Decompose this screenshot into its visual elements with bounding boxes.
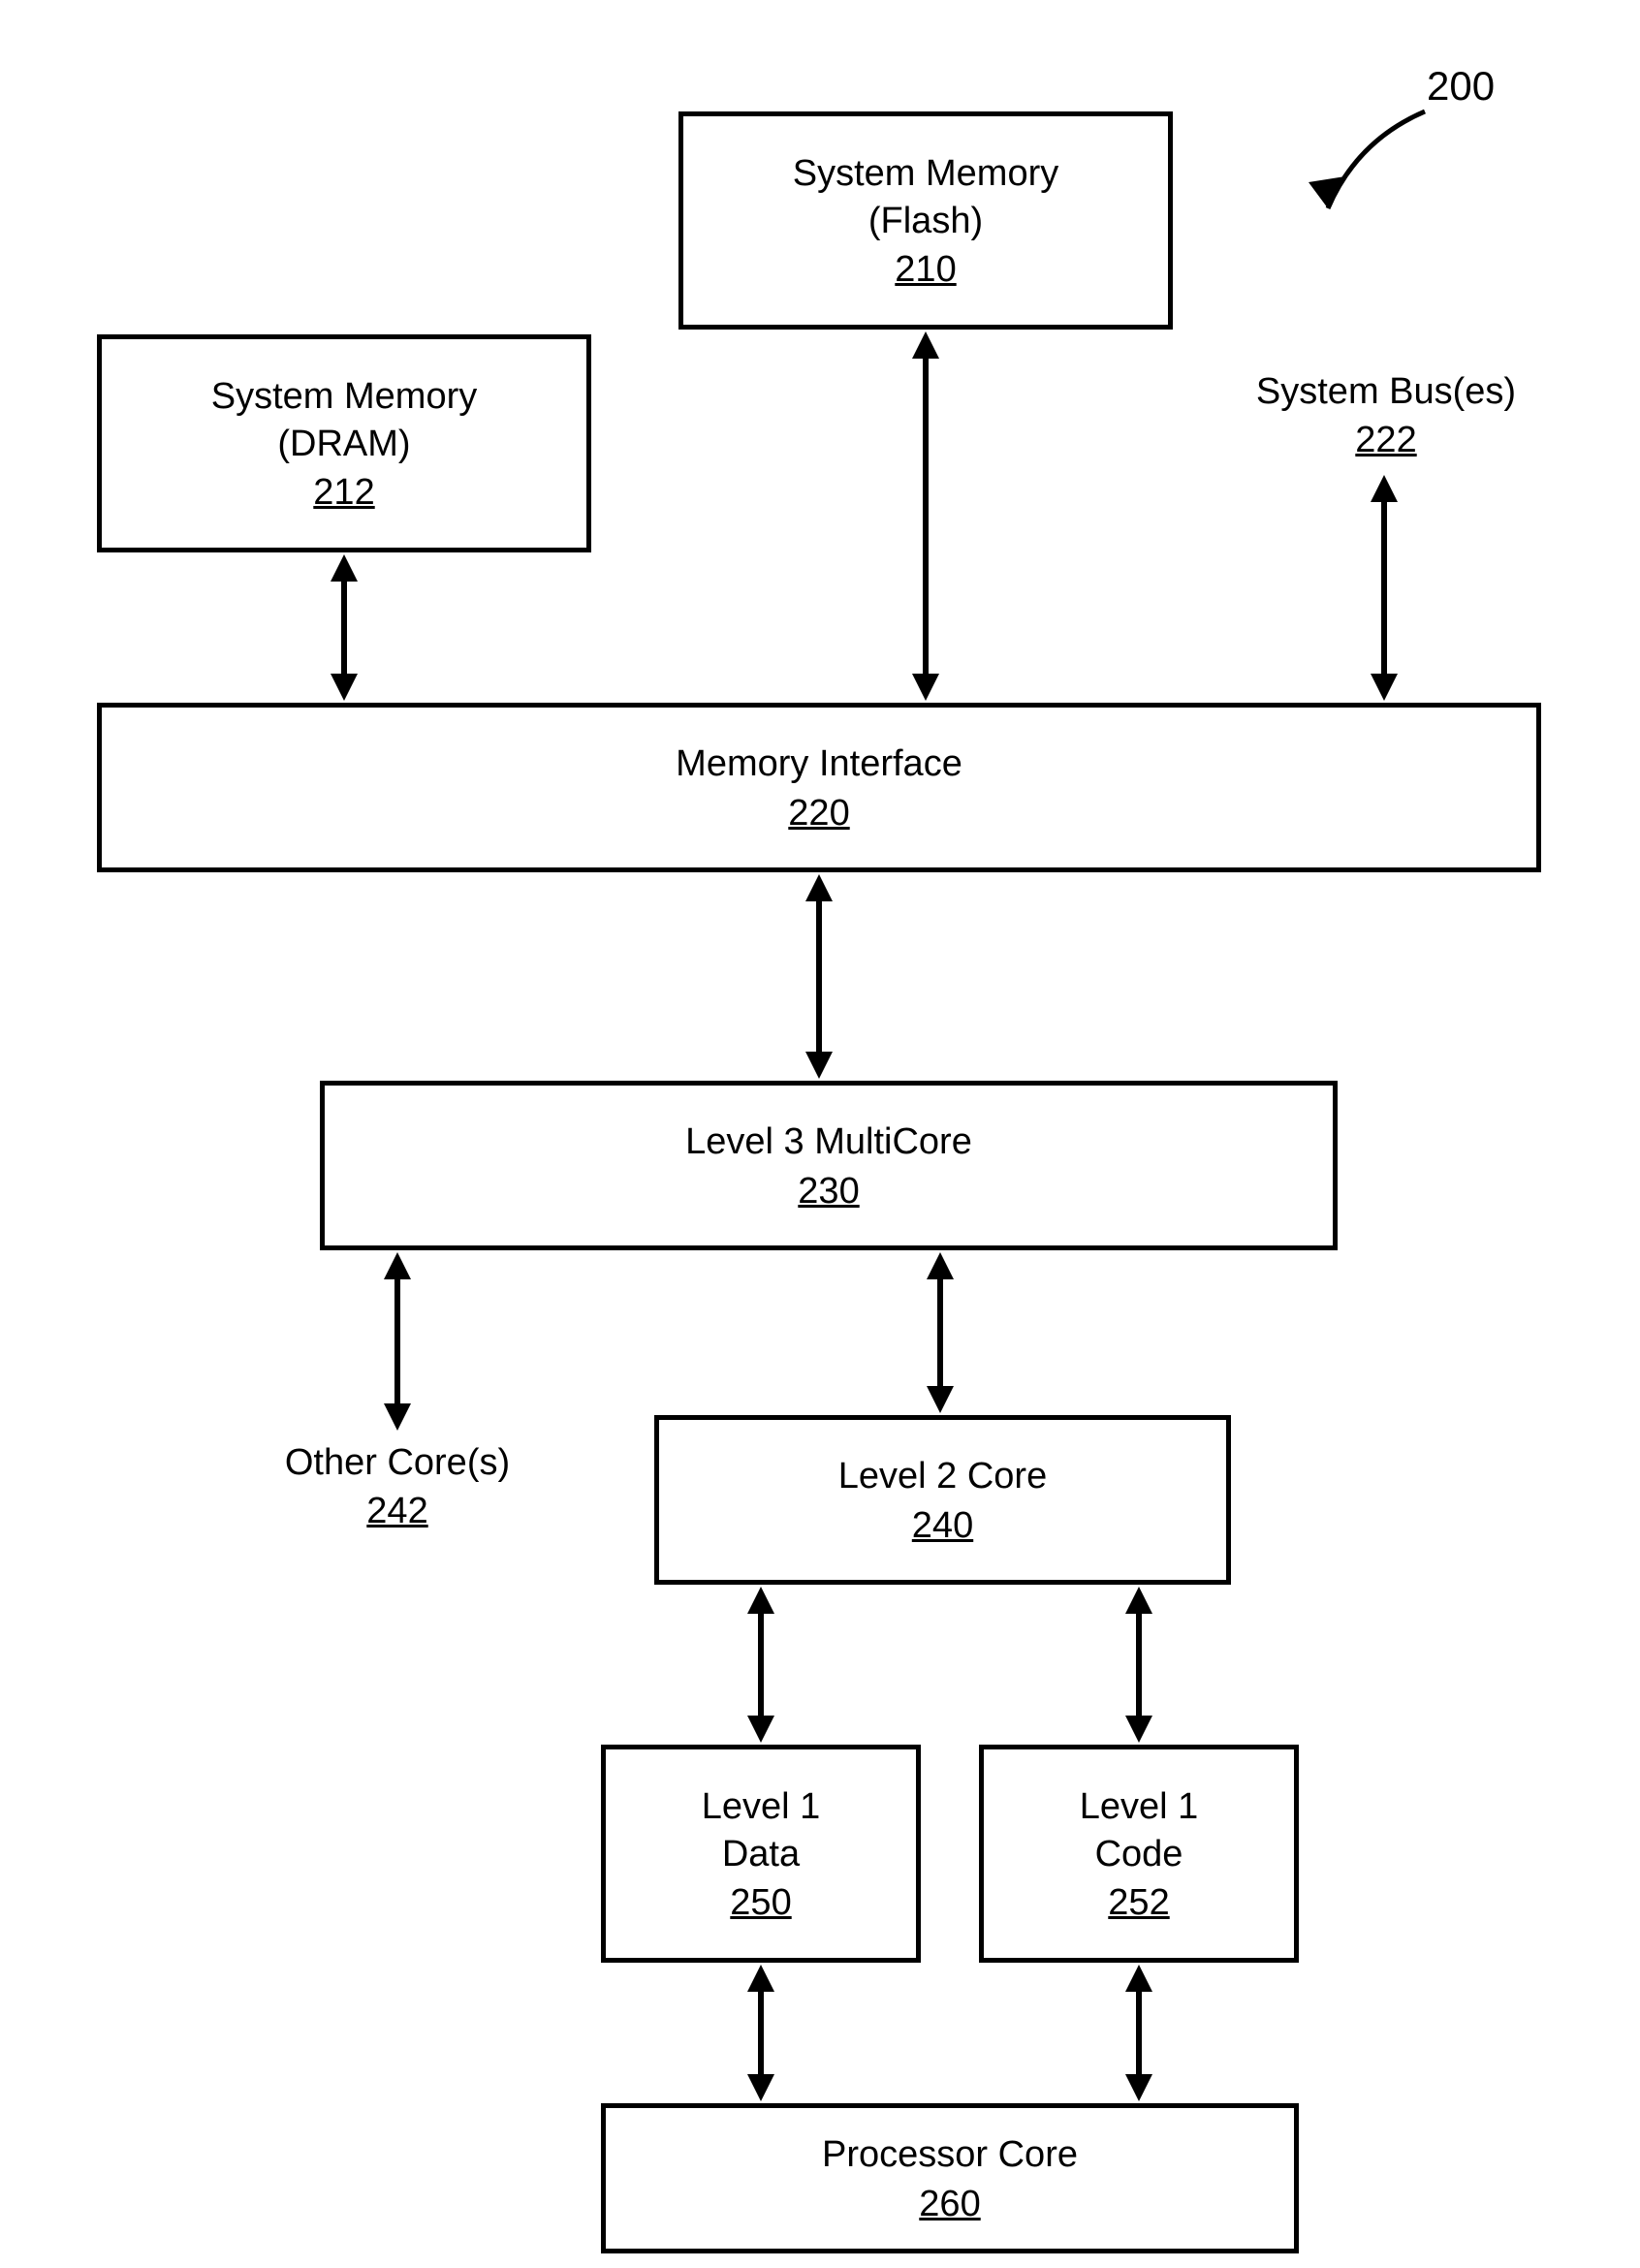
arrow-l2-l1code-head-up: [1125, 1587, 1152, 1614]
box-processor-core: Processor Core 260: [601, 2103, 1299, 2253]
arrow-l3-othercores: [394, 1268, 400, 1413]
arrow-flash-meminterface-head-down: [912, 674, 939, 701]
arrow-l1code-processorcore-head-up: [1125, 1965, 1152, 1992]
arrow-l3-othercores-head-up: [384, 1252, 411, 1279]
box-l3-multicore-title: Level 3 MultiCore: [685, 1118, 972, 1166]
label-system-bus: System Bus(es) 222: [1231, 368, 1541, 461]
box-l2-core: Level 2 Core 240: [654, 1415, 1231, 1585]
arrow-flash-meminterface: [923, 347, 929, 686]
arrow-flash-meminterface-head-up: [912, 331, 939, 359]
box-l1-data: Level 1 Data 250: [601, 1745, 921, 1963]
box-processor-core-ref: 260: [919, 2184, 980, 2225]
arrow-dram-meminterface-head-up: [331, 554, 358, 582]
box-system-memory-flash-title: System Memory (Flash): [793, 150, 1058, 246]
box-l3-multicore-ref: 230: [798, 1171, 859, 1213]
box-processor-core-title: Processor Core: [822, 2131, 1078, 2179]
arrow-l1data-processorcore-head-down: [747, 2074, 774, 2101]
arrow-l2-l1data-head-down: [747, 1716, 774, 1743]
label-system-bus-ref: 222: [1355, 420, 1416, 461]
arrow-l2-l1code-head-down: [1125, 1716, 1152, 1743]
arrow-l3-l2-head-down: [927, 1386, 954, 1413]
arrow-l2-l1data-head-up: [747, 1587, 774, 1614]
box-system-memory-flash: System Memory (Flash) 210: [678, 111, 1173, 330]
box-l3-multicore: Level 3 MultiCore 230: [320, 1081, 1338, 1250]
box-l2-core-ref: 240: [912, 1505, 973, 1547]
arrow-sysbus-meminterface-head-down: [1371, 674, 1398, 701]
arrow-l1code-processorcore-head-down: [1125, 2074, 1152, 2101]
box-memory-interface-title: Memory Interface: [676, 740, 962, 788]
arrow-meminterface-l3-head-down: [805, 1052, 833, 1079]
arrow-meminterface-l3-head-up: [805, 874, 833, 901]
box-system-memory-dram: System Memory (DRAM) 212: [97, 334, 591, 552]
arrow-l3-l2-head-up: [927, 1252, 954, 1279]
box-memory-interface: Memory Interface 220: [97, 703, 1541, 872]
box-l1-code: Level 1 Code 252: [979, 1745, 1299, 1963]
arrow-sysbus-meminterface-head-up: [1371, 475, 1398, 502]
arrow-l1data-processorcore-head-up: [747, 1965, 774, 1992]
arrow-l3-othercores-head-down: [384, 1403, 411, 1431]
label-system-bus-title: System Bus(es): [1256, 368, 1516, 416]
arrow-l1code-processorcore: [1136, 1980, 1142, 2087]
box-memory-interface-ref: 220: [788, 793, 849, 835]
box-l2-core-title: Level 2 Core: [838, 1453, 1047, 1500]
arrow-dram-meminterface-head-down: [331, 674, 358, 701]
arrow-meminterface-l3: [816, 890, 822, 1064]
arrow-dram-meminterface: [341, 570, 347, 686]
box-l1-code-ref: 252: [1108, 1882, 1169, 1924]
box-system-memory-dram-ref: 212: [313, 472, 374, 514]
box-l1-data-title: Level 1 Data: [702, 1783, 821, 1879]
label-other-cores-ref: 242: [366, 1491, 427, 1532]
box-system-memory-flash-ref: 210: [895, 249, 956, 291]
label-other-cores: Other Core(s) 242: [252, 1439, 543, 1532]
arrow-l1data-processorcore: [758, 1980, 764, 2087]
box-system-memory-dram-title: System Memory (DRAM): [211, 373, 477, 469]
box-l1-code-title: Level 1 Code: [1080, 1783, 1199, 1879]
arrow-sysbus-meminterface: [1381, 492, 1387, 686]
label-other-cores-title: Other Core(s): [285, 1439, 510, 1487]
arrow-l3-l2: [937, 1268, 943, 1399]
arrow-l2-l1code: [1136, 1602, 1142, 1728]
arrow-l2-l1data: [758, 1602, 764, 1728]
box-l1-data-ref: 250: [730, 1882, 791, 1924]
